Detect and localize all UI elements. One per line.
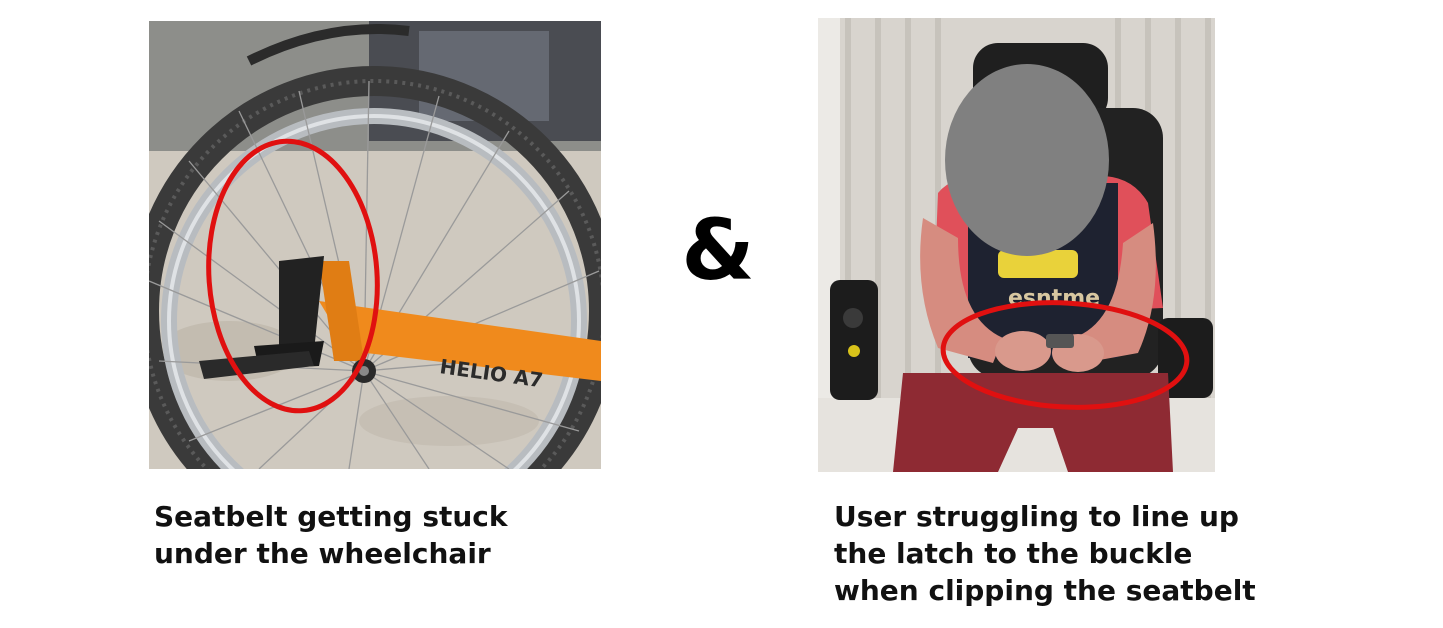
ampersand-separator: & — [681, 201, 755, 299]
wheelchair-seatbelt-photo: HELIO A7 — [149, 21, 601, 469]
caption-right-line-3: when clipping the seatbelt — [834, 574, 1256, 607]
caption-left-line-2: under the wheelchair — [154, 537, 491, 570]
shirt-text: esntme — [1008, 286, 1100, 311]
wheelchair-seatbelt-illustration: HELIO A7 — [149, 21, 601, 469]
seatbelt-buckle — [1046, 334, 1074, 348]
caption-right-line-1: User struggling to line up — [834, 500, 1239, 533]
caption-right: User struggling to line up the latch to … — [834, 498, 1314, 609]
caption-right-line-2: the latch to the buckle — [834, 537, 1193, 570]
user-buckle-illustration: esntme — [818, 18, 1215, 472]
user-buckle-photo: esntme — [818, 18, 1215, 472]
user-left-hand — [995, 331, 1051, 371]
caption-left: Seatbelt getting stuck under the wheelch… — [154, 498, 594, 572]
joystick-controller — [830, 280, 878, 400]
caption-left-line-1: Seatbelt getting stuck — [154, 500, 508, 533]
face-privacy-blur — [945, 64, 1109, 256]
